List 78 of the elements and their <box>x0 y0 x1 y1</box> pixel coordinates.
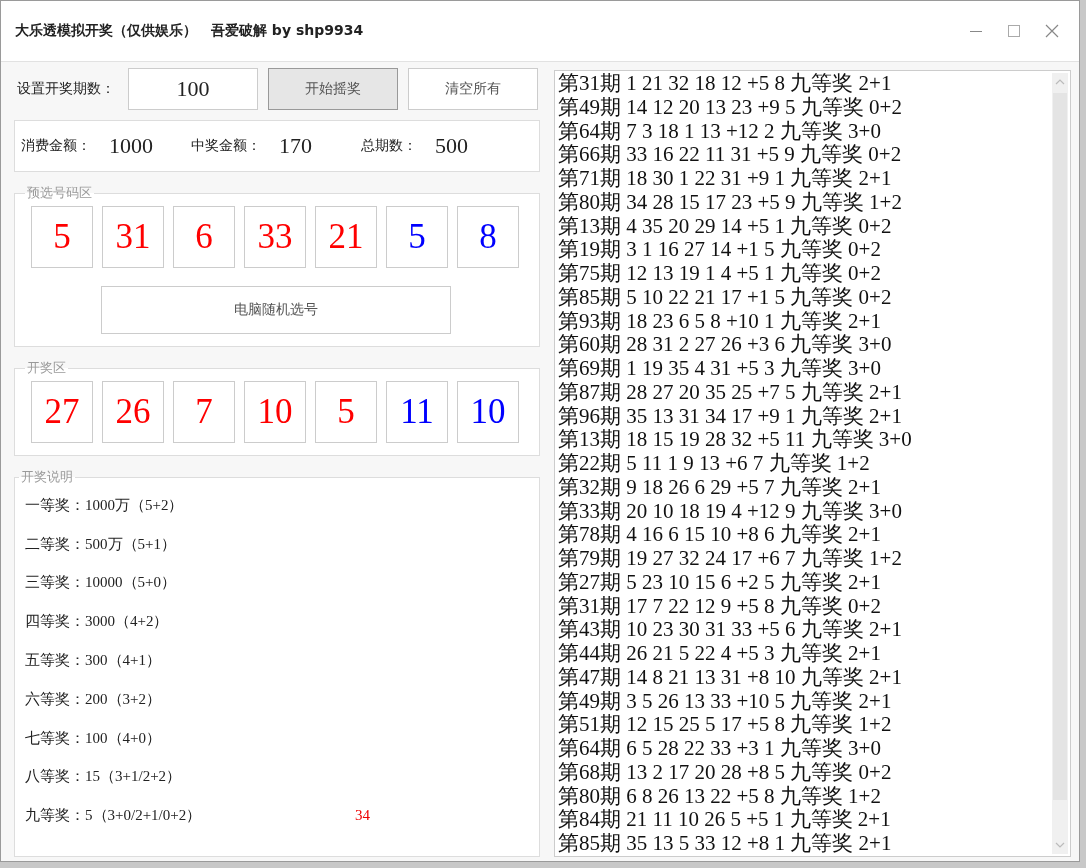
number-box: 26 <box>102 381 164 443</box>
result-line: 第84期 21 11 10 26 5 +5 1 九等奖 2+1 <box>558 808 892 832</box>
scrollbar[interactable] <box>1052 73 1068 854</box>
result-line: 第22期 5 11 1 9 13 +6 7 九等奖 1+2 <box>558 452 871 476</box>
stat-value: 500 <box>435 133 469 159</box>
result-line: 第85期 35 13 5 33 12 +8 1 九等奖 2+1 <box>558 832 893 856</box>
prize-rule: 一等奖：1000万（5+2） <box>25 495 185 515</box>
result-line: 第13期 18 15 19 28 32 +5 11 九等奖 3+0 <box>558 428 913 452</box>
group-title: 预选号码区 <box>26 184 93 202</box>
number-box: 5 <box>31 206 93 268</box>
clear-button[interactable]: 清空所有 <box>408 68 538 110</box>
number-box: 6 <box>173 206 235 268</box>
result-line: 第60期 28 31 2 27 26 +3 6 九等奖 3+0 <box>558 333 893 357</box>
start-button[interactable]: 开始摇奖 <box>268 68 398 110</box>
result-line: 第27期 5 23 10 15 6 +2 5 九等奖 2+1 <box>558 570 882 595</box>
result-line: 第80期 6 8 26 13 22 +5 8 九等奖 1+2 <box>558 784 882 808</box>
result-line: 第68期 13 2 17 20 28 +8 5 九等奖 0+2 <box>558 760 893 785</box>
prize-rule: 八等奖：15（3+1/2+2） <box>25 767 183 787</box>
result-line: 第13期 4 35 20 29 14 +5 1 九等奖 0+2 <box>558 214 893 238</box>
group-title: 开奖说明 <box>20 468 74 486</box>
count-label: 34 <box>355 807 370 825</box>
number-box: 5 <box>386 206 448 268</box>
result-line: 第31期 1 21 32 18 12 +5 8 九等奖 2+1 <box>558 72 893 96</box>
number-box: 33 <box>244 206 306 268</box>
window-title: 大乐透模拟开奖（仅供娱乐） 吾爱破解 by shp9934 <box>15 22 364 40</box>
result-line: 第87期 28 27 20 35 25 +7 5 九等奖 2+1 <box>558 380 903 405</box>
number-box: 10 <box>457 381 519 443</box>
result-line: 第19期 3 1 16 27 14 +1 5 九等奖 0+2 <box>558 238 882 262</box>
result-line: 第96期 35 13 31 34 17 +9 1 九等奖 2+1 <box>558 404 903 428</box>
number-box: 31 <box>102 206 164 268</box>
result-line: 第64期 6 5 28 22 33 +3 1 九等奖 3+0 <box>558 737 882 761</box>
group-title: 开奖区 <box>26 359 67 377</box>
result-line: 第33期 20 10 18 19 4 +12 9 九等奖 3+0 <box>558 499 903 523</box>
stat-label: 消费金额： <box>21 137 91 155</box>
number-box: 21 <box>315 206 377 268</box>
result-line: 第80期 34 28 15 17 23 +5 9 九等奖 1+2 <box>558 190 903 215</box>
result-line: 第78期 4 16 6 15 10 +8 6 九等奖 2+1 <box>558 523 882 547</box>
maximize-icon[interactable] <box>1007 24 1021 38</box>
result-line: 第93期 18 23 6 5 8 +10 1 九等奖 2+1 <box>558 309 882 333</box>
result-line: 第75期 12 13 19 1 4 +5 1 九等奖 0+2 <box>558 262 882 286</box>
stat-label: 总期数： <box>361 137 417 155</box>
close-icon[interactable] <box>1045 24 1059 38</box>
scroll-down-icon[interactable] <box>1054 840 1066 850</box>
result-line: 第43期 10 23 30 31 33 +5 6 九等奖 2+1 <box>558 618 903 642</box>
result-line: 第49期 3 5 26 13 33 +10 5 九等奖 2+1 <box>558 689 893 713</box>
prize-rule: 三等奖：10000（5+0） <box>25 573 177 593</box>
result-line: 第31期 17 7 22 12 9 +5 8 九等奖 0+2 <box>558 594 882 618</box>
count-input-field[interactable]: 100 <box>128 68 258 110</box>
scroll-thumb[interactable] <box>1053 93 1067 800</box>
prize-rule: 九等奖：5（3+0/2+1/0+2） <box>25 806 203 826</box>
stat-value: 1000 <box>109 133 154 159</box>
result-line: 第71期 18 30 1 22 31 +9 1 九等奖 2+1 <box>558 167 893 191</box>
stat-value: 170 <box>279 133 313 159</box>
prize-rule: 四等奖：3000（4+2） <box>25 612 170 632</box>
result-line: 第49期 14 12 20 13 23 +9 5 九等奖 0+2 <box>558 95 903 120</box>
number-box: 8 <box>457 206 519 268</box>
result-line: 第44期 26 21 5 22 4 +5 3 九等奖 2+1 <box>558 642 882 666</box>
result-line: 第79期 19 27 32 24 17 +6 7 九等奖 1+2 <box>558 547 903 571</box>
result-line: 第64期 7 3 18 1 13 +12 2 九等奖 3+0 <box>558 119 882 143</box>
result-line: 第47期 14 8 21 13 31 +8 10 九等奖 2+1 <box>558 665 903 690</box>
prize-rule: 二等奖：500万（5+1） <box>25 534 177 554</box>
prize-rule: 六等奖：200（3+2） <box>25 689 162 709</box>
result-line: 第85期 5 10 22 21 17 +1 5 九等奖 0+2 <box>558 285 893 310</box>
scroll-up-icon[interactable] <box>1054 77 1066 87</box>
number-box: 10 <box>244 381 306 443</box>
number-box: 7 <box>173 381 235 443</box>
random-pick-button[interactable]: 电脑随机选号 <box>101 286 451 334</box>
field-label: 设置开奖期数： <box>16 80 116 98</box>
number-box: 5 <box>315 381 377 443</box>
result-line: 第32期 9 18 26 6 29 +5 7 九等奖 2+1 <box>558 475 882 500</box>
number-box: 11 <box>386 381 448 443</box>
prize-rule: 七等奖：100（4+0） <box>25 728 162 748</box>
stat-label: 中奖金额： <box>191 137 261 155</box>
result-line: 第69期 1 19 35 4 31 +5 3 九等奖 3+0 <box>558 357 882 381</box>
prize-rule: 五等奖：300（4+1） <box>25 651 162 671</box>
number-box: 27 <box>31 381 93 443</box>
result-line: 第66期 33 16 22 11 31 +5 9 九等奖 0+2 <box>558 143 903 167</box>
result-line: 第51期 12 15 25 5 17 +5 8 九等奖 1+2 <box>558 713 893 737</box>
